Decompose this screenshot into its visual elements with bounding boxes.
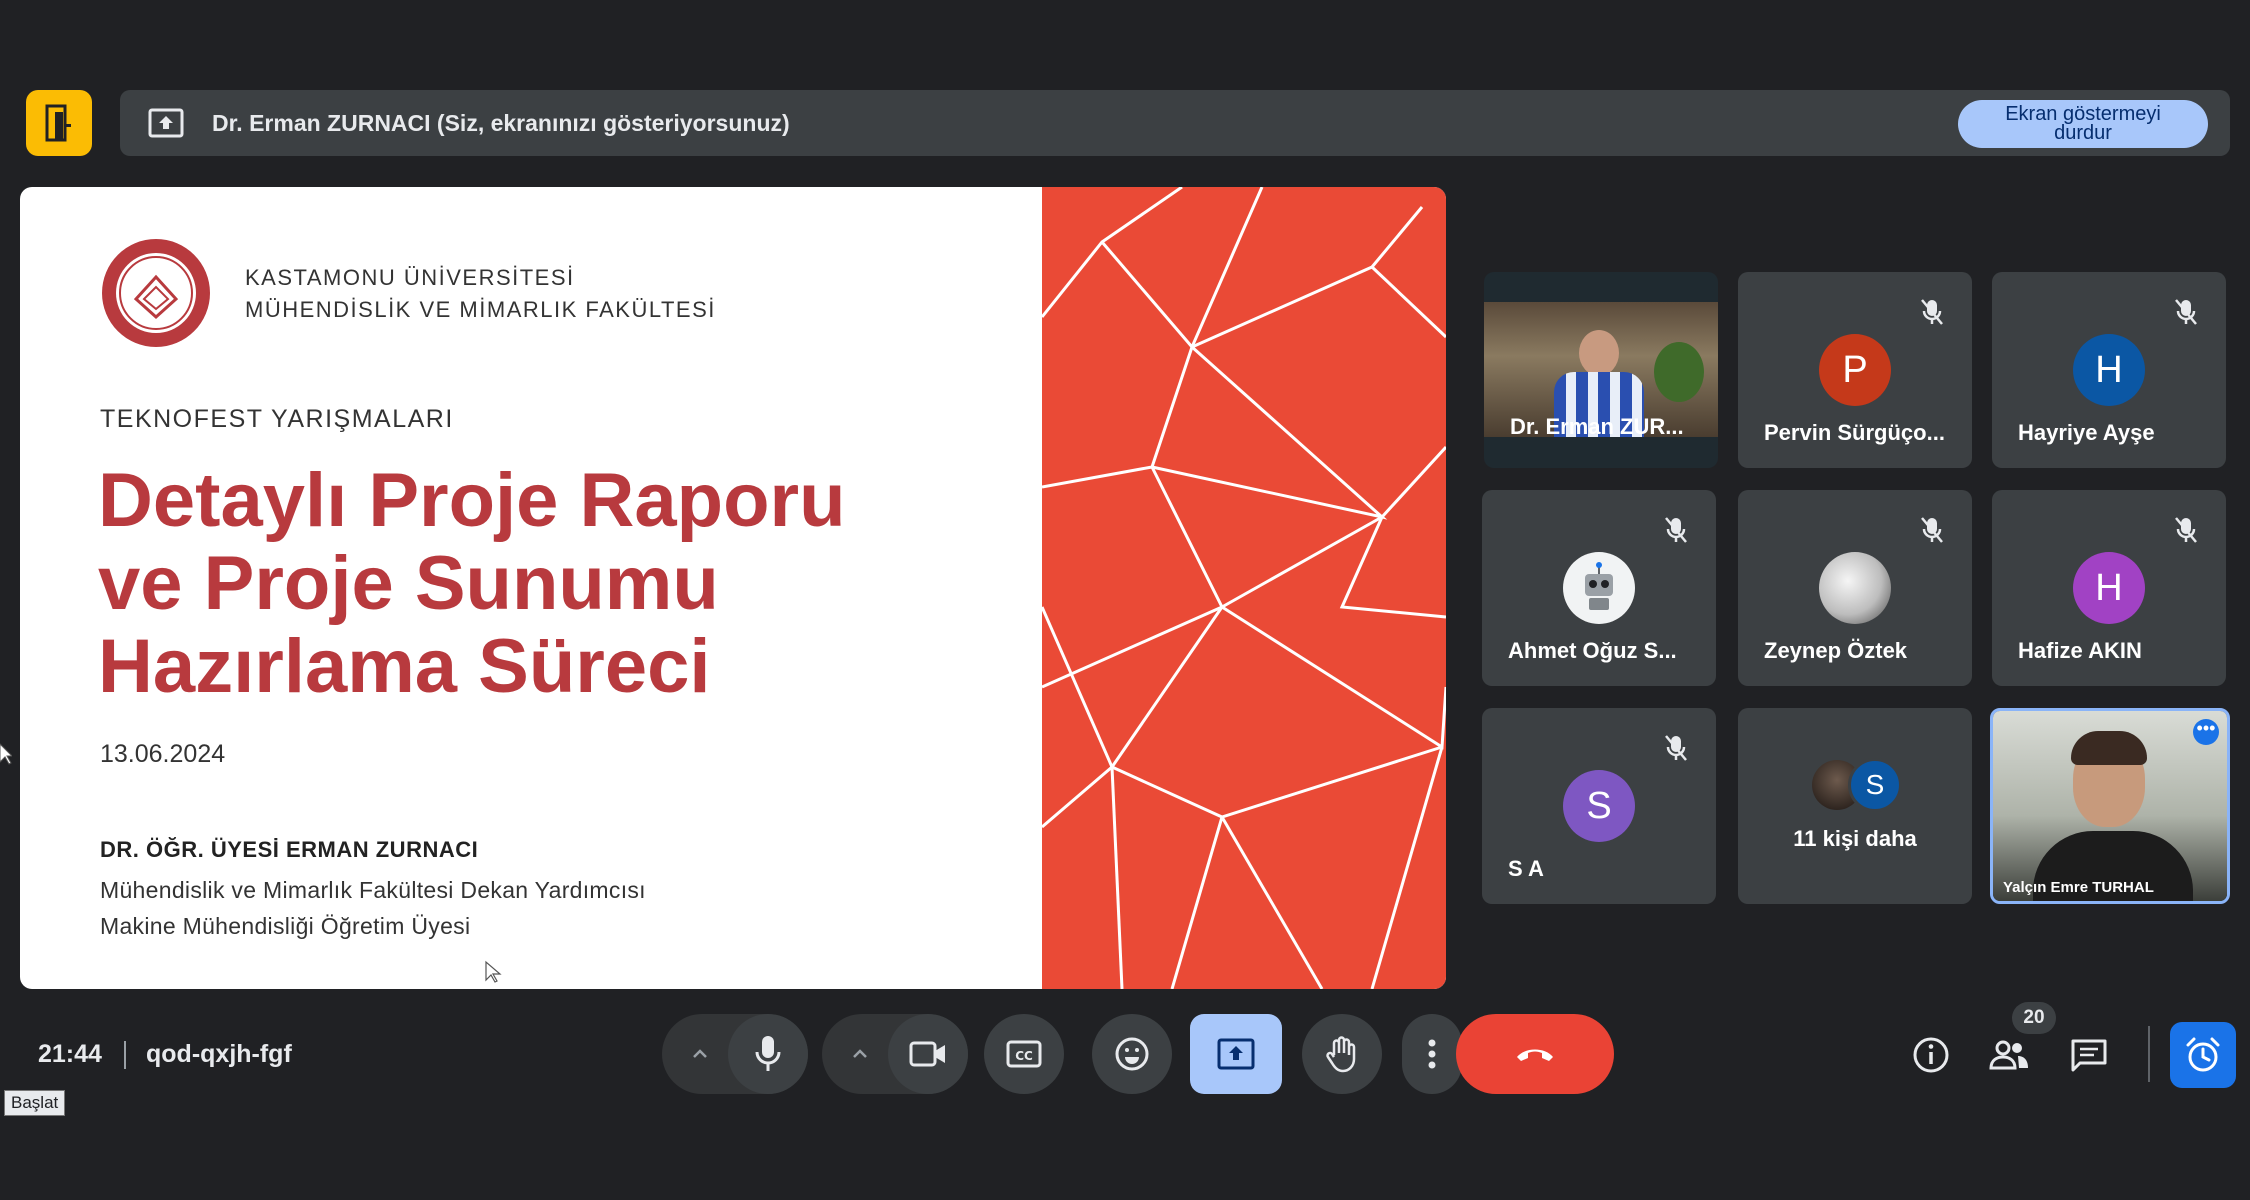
raise-hand-button[interactable] [1302,1014,1382,1094]
meeting-code: qod-qxjh-fgf [146,1040,292,1068]
microphone-button[interactable] [728,1014,808,1094]
participant-video [1993,711,2227,901]
participant-tile[interactable]: Ahmet Oğuz S... [1482,490,1716,686]
present-screen-icon [146,103,186,143]
university-logo [100,237,212,349]
mic-off-icon [1665,517,1687,543]
mic-off-icon [1921,517,1943,543]
participant-name: Hayriye Ayşe [2018,420,2155,445]
chat-button[interactable] [2054,1020,2124,1090]
meeting-clock: 21:44 [38,1040,102,1068]
participant-photo [1819,552,1891,624]
presenter-role: Makine Mühendisliği Öğretim Üyesi [100,913,471,939]
participant-name: Yalçın Emre TURHAL [2003,879,2154,896]
leave-call-button[interactable] [1456,1014,1614,1094]
participant-avatar: H [2073,552,2145,624]
robot-avatar-icon [1563,552,1635,624]
participant-name: Ahmet Oğuz S... [1508,638,1677,663]
stop-sharing-button[interactable]: Ekran göstermeyi durdur [1958,100,2208,148]
mic-off-icon [1665,735,1687,761]
participant-name: Dr. Erman ZUR... [1510,414,1684,439]
participant-name: Hafize AKIN [2018,638,2142,663]
audio-options-button[interactable] [670,1014,730,1094]
participant-avatar: P [1819,334,1891,406]
slide-date: 13.06.2024 [100,740,226,768]
participant-tile[interactable]: P Pervin Sürgüço... [1738,272,1972,468]
mic-off-icon [2175,517,2197,543]
chevron-up-icon [853,1049,867,1058]
end-call-icon [1517,1049,1553,1061]
emoji-icon [1115,1037,1149,1071]
participant-tile[interactable]: Zeynep Öztek [1738,490,1972,686]
closed-captions-icon: CC [1006,1040,1042,1068]
info-icon [1913,1037,1949,1073]
chat-icon [2071,1039,2107,1072]
screen-share-banner: Dr. Erman ZURNACI (Siz, ekranınızı göste… [120,90,2230,156]
active-speaker-tile[interactable]: ••• Yalçın Emre TURHAL [1990,708,2230,904]
participant-tile[interactable]: Dr. Erman ZUR... [1484,272,1718,468]
participant-tile[interactable]: H Hayriye Ayşe [1992,272,2226,468]
mic-off-icon [2175,299,2197,325]
more-options-icon[interactable]: ••• [2193,719,2219,745]
activities-button[interactable] [2170,1022,2236,1088]
mouse-cursor-icon [485,960,502,983]
mic-off-icon [1921,299,1943,325]
event-name: TEKNOFEST YARIŞMALARI [100,405,454,433]
meeting-details-button[interactable] [1896,1020,1966,1090]
mouse-cursor-icon [0,743,12,765]
participant-avatar: S [1848,758,1902,812]
slide-decoration-panel [1040,187,1446,989]
raise-hand-icon [1326,1036,1356,1073]
slide-title: Detaylı Proje Raporu ve Proje Sunumu Haz… [98,458,846,709]
video-options-button[interactable] [830,1014,890,1094]
presenter-role: Mühendislik ve Mimarlık Fakültesi Dekan … [100,877,646,903]
participant-avatar: S [1563,770,1635,842]
camera-button[interactable] [888,1014,968,1094]
more-options-button[interactable] [1402,1014,1462,1094]
chevron-up-icon [693,1049,707,1058]
start-tooltip: Başlat [4,1090,66,1116]
participant-tile[interactable]: S S A [1482,708,1716,904]
companion-mode-icon[interactable] [26,90,92,156]
captions-button[interactable]: CC [984,1014,1064,1094]
participant-avatar: H [2073,334,2145,406]
people-button[interactable] [1974,1020,2044,1090]
camera-icon [909,1041,945,1067]
microphone-icon [755,1036,781,1071]
participant-tile[interactable]: H Hafize AKIN [1992,490,2226,686]
participant-name: Zeynep Öztek [1764,638,1908,663]
more-vert-icon [1428,1039,1436,1069]
svg-text:CC: CC [1015,1049,1033,1063]
divider [2148,1026,2150,1082]
more-participants-tile[interactable]: S 11 kişi daha [1738,708,1972,904]
people-icon [1989,1040,2028,1070]
shared-presentation-slide: KASTAMONU ÜNİVERSİTESİ MÜHENDİSLİK VE Mİ… [20,187,1446,989]
others-count-label: 11 kişi daha [1793,826,1917,851]
participant-name: S A [1508,856,1544,881]
alarm-clock-icon [2186,1037,2220,1072]
reactions-button[interactable] [1092,1014,1172,1094]
sharing-status-text: Dr. Erman ZURNACI (Siz, ekranınızı göste… [212,109,790,136]
presenter-name: DR. ÖĞR. ÜYESİ ERMAN ZURNACI [100,837,479,862]
present-screen-icon [1217,1038,1255,1070]
divider [124,1041,126,1069]
participant-name: Pervin Sürgüço... [1764,420,1945,445]
present-now-button[interactable] [1190,1014,1282,1094]
university-name: KASTAMONU ÜNİVERSİTESİ MÜHENDİSLİK VE Mİ… [245,265,716,322]
